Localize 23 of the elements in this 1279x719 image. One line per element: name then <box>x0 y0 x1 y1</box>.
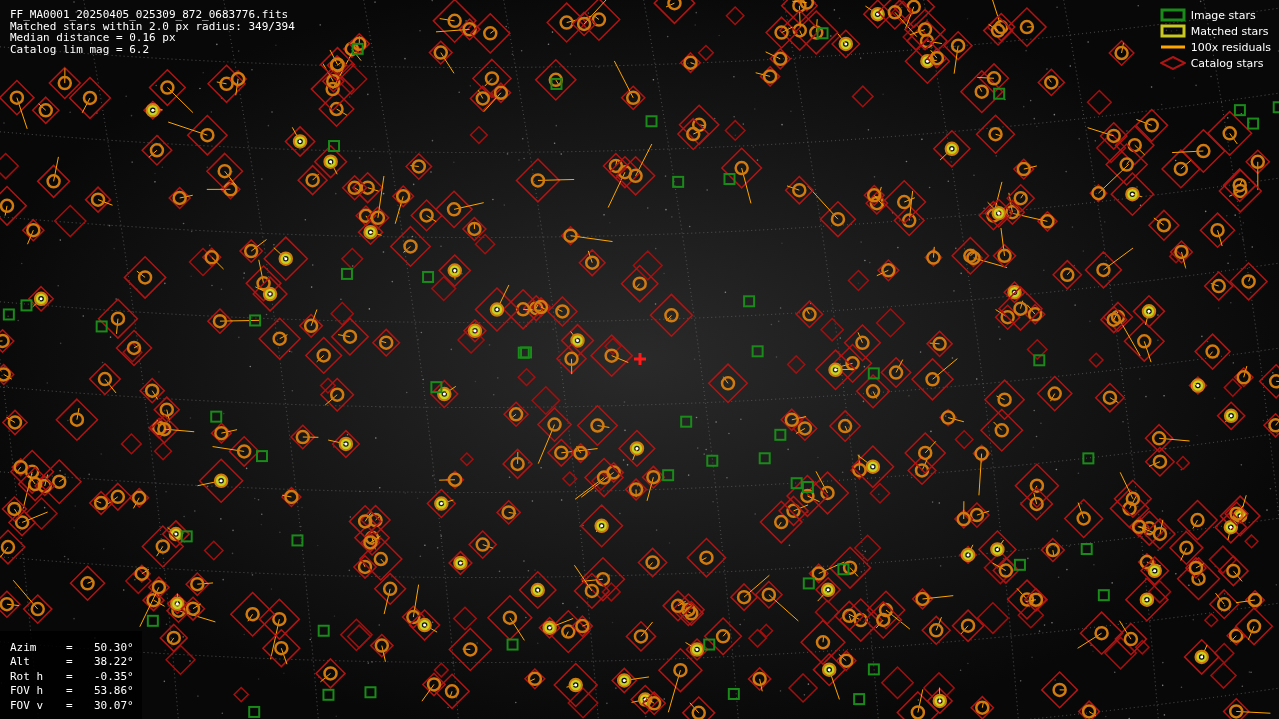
pointing-value: 53.86° <box>94 684 134 699</box>
legend-label: Catalog stars <box>1190 56 1264 70</box>
info-text: FF_MA0001_20250405_025309_872_0683776.fits <box>10 9 289 21</box>
pointing-label: FOV v <box>10 698 45 713</box>
legend-label: Image stars <box>1190 8 1256 22</box>
info-text: Matched stars within 2.0 px radius: 349/394 <box>10 20 295 32</box>
equals-sign: = <box>66 669 73 683</box>
pointing-value: 38.22° <box>94 655 134 670</box>
info-text: Catalog lim mag = 6.2 <box>10 43 150 55</box>
equals-sign: = <box>66 684 73 697</box>
equals-sign: = <box>66 655 73 668</box>
legend-label: Matched stars <box>1190 24 1269 38</box>
equals-sign: = <box>66 640 73 654</box>
legend-label: 100x residuals <box>1190 40 1271 54</box>
equals-sign: = <box>66 698 73 712</box>
pointing-value: 50.30° <box>94 640 134 655</box>
pointing-label: Alt <box>10 655 31 670</box>
pointing-label: FOV h <box>10 684 45 699</box>
pointing-label: Azim <box>10 640 38 655</box>
pointing-value: -0.35° <box>94 669 134 684</box>
pointing-value: 30.07° <box>94 698 134 713</box>
info-text: Median distance = 0.16 px <box>10 32 176 44</box>
pointing-label: Rot h <box>10 669 45 684</box>
